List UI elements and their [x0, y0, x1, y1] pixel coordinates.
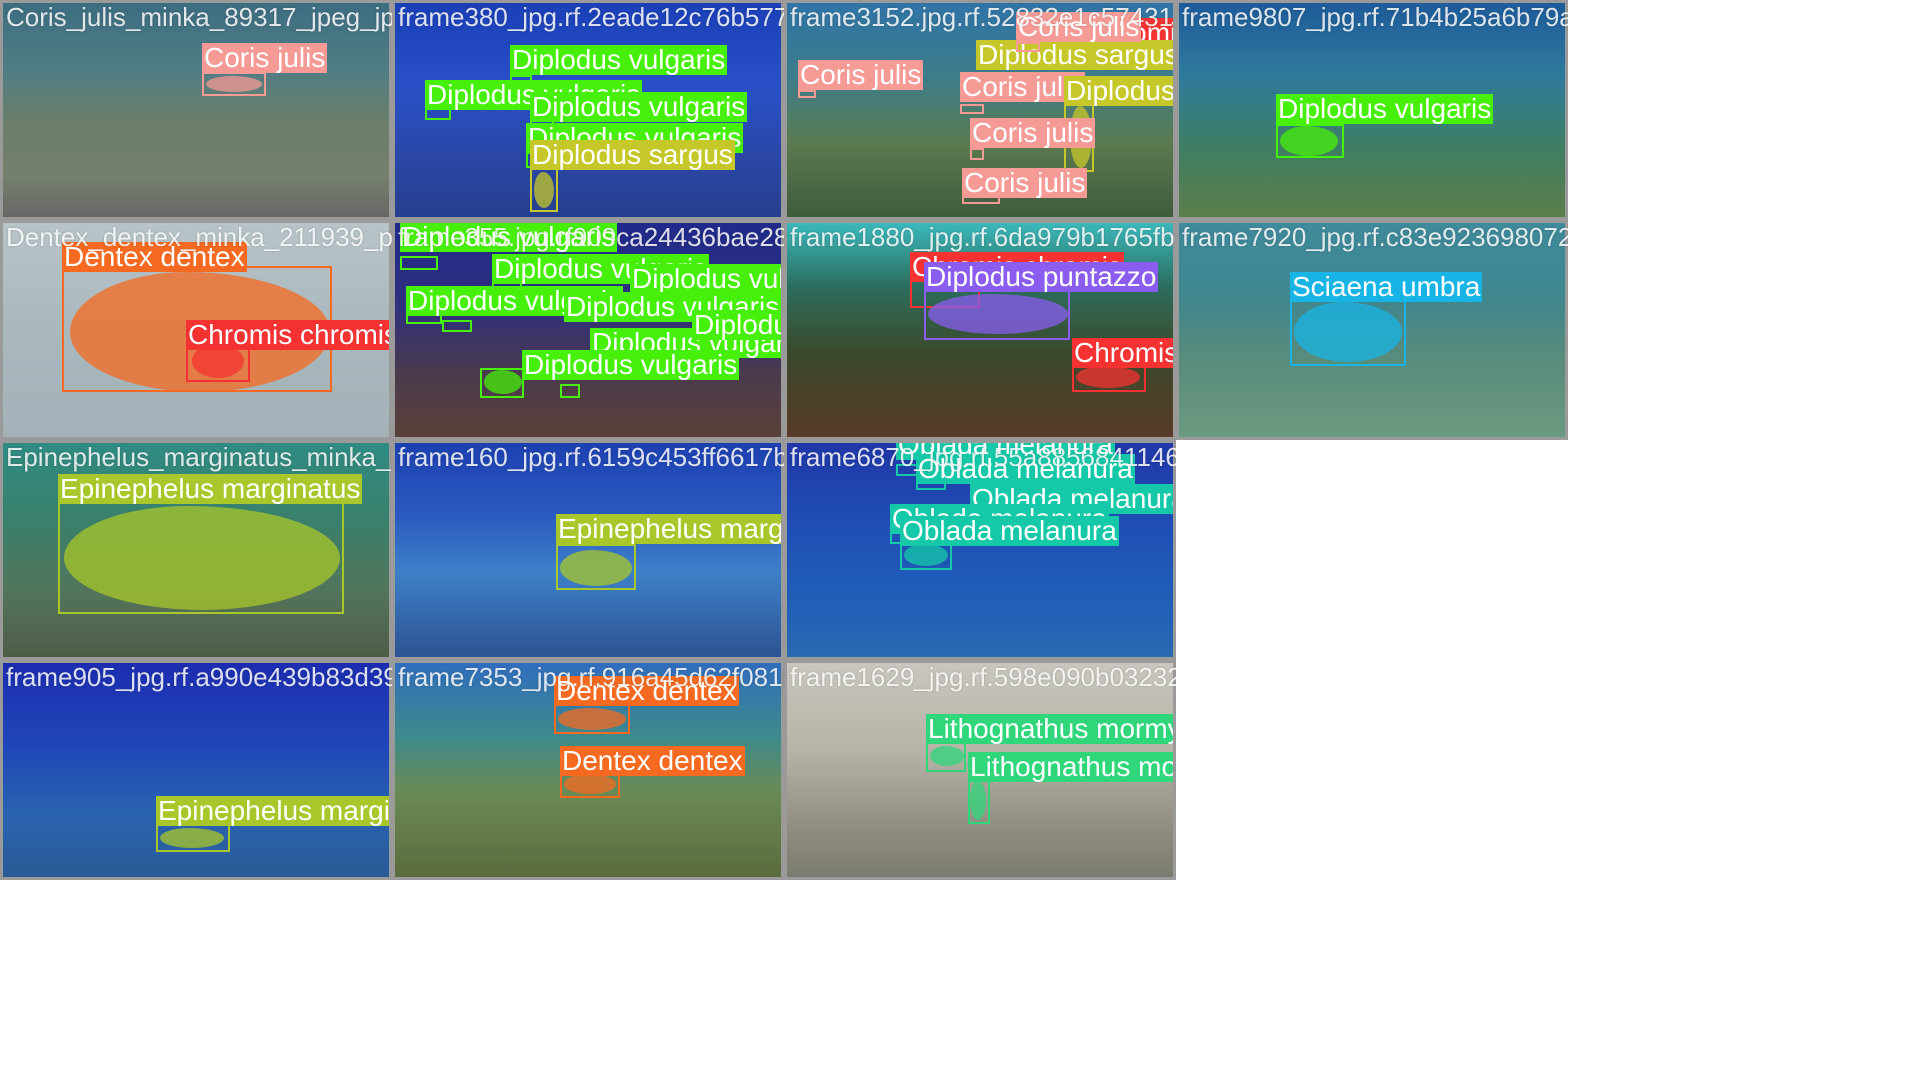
detection-label: Diplodus vulgaris — [510, 44, 728, 75]
image-tile: Coris julis Coris_julis_minka_89317_jpeg… — [0, 0, 392, 220]
detection-label: Epinephelus marginatus — [156, 796, 392, 826]
detection-label: Diplodus vulgaris — [522, 349, 740, 380]
image-tile: Chromis chromis Diplodus puntazzo Chromi… — [784, 220, 1176, 440]
detection-label: Epinephelus marginatus — [556, 514, 784, 544]
detection-label: Diplodus vulgaris — [530, 91, 748, 122]
detection-label: Coris julis — [962, 167, 1088, 198]
image-tile: Dentex dentex Dentex dentex frame7353_jp… — [392, 660, 784, 880]
image-tile: Diplodus vulgaris Diplodus vulgaris Dipl… — [392, 0, 784, 220]
image-tile: Epinephelus marginatus frame160_jpg.rf.6… — [392, 440, 784, 660]
detection-label: Diplodus vulgaris — [630, 264, 784, 294]
prediction-grid: Coris julis Coris_julis_minka_89317_jpeg… — [0, 0, 1920, 1080]
detection-label: Epinephelus marginatus — [58, 473, 363, 504]
detection-label: Diplodus sargus — [976, 40, 1176, 70]
detection-label: Dentex dentex — [554, 675, 739, 706]
image-tile: Epinephelus marginatus Epinephelus_margi… — [0, 440, 392, 660]
detection-label: Coris julis — [798, 59, 924, 90]
detection-label: Lithognathus mormyrus — [968, 752, 1176, 782]
detection-label: Oblada melanura — [916, 453, 1135, 484]
detection-label: Sciaena umbra — [1290, 271, 1483, 302]
tile-image — [0, 0, 392, 220]
image-tile: Coris julis Chromis chromis Diplodus sar… — [784, 0, 1176, 220]
detection-label: Coris julis — [1016, 11, 1142, 42]
image-tile: Oblada melanura Oblada melanura Oblada m… — [784, 440, 1176, 660]
image-tile: Lithognathus mormyrus Lithognathus mormy… — [784, 660, 1176, 880]
detection-label: Chromis chromis — [186, 320, 392, 350]
detection-label: Diplodus vulgaris — [400, 221, 618, 252]
detection-label: Oblada melanura — [900, 515, 1119, 546]
detection-label: Lithognathus mormyrus — [926, 714, 1176, 744]
detection-label: Coris julis — [202, 42, 328, 73]
detection-label: Dentex dentex — [62, 241, 247, 272]
image-tile: Diplodus vulgaris Diplodus vulgaris Dipl… — [392, 220, 784, 440]
detection-label: Diplodus sargus — [1064, 76, 1176, 106]
detection-label: Chromis chromis — [1072, 338, 1176, 368]
image-tile: Epinephelus marginatus frame905_jpg.rf.a… — [0, 660, 392, 880]
detection-label: Dentex dentex — [560, 745, 745, 776]
detection-label: Diplodus vulgaris — [1276, 93, 1494, 124]
detection-label: Coris julis — [970, 117, 1096, 148]
detection-label: Diplodus vulgaris — [692, 310, 784, 340]
image-tile: Sciaena umbra frame7920_jpg.rf.c83e92369… — [1176, 220, 1568, 440]
detection-label: Diplodus puntazzo — [924, 261, 1159, 292]
detection-label: Diplodus sargus — [530, 139, 735, 170]
image-tile: Diplodus vulgaris frame9807_jpg.rf.71b4b… — [1176, 0, 1568, 220]
image-tile: Dentex dentex Chromis chromis Dentex_den… — [0, 220, 392, 440]
